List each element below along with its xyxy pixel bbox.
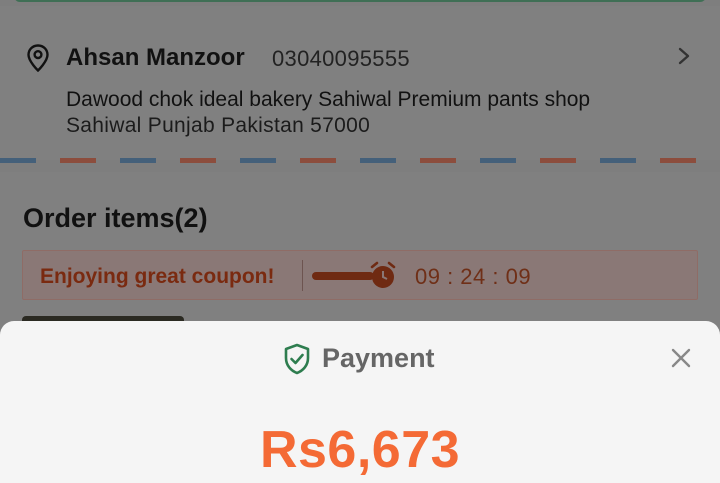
coupon-text: Enjoying great coupon! — [40, 265, 275, 288]
shipping-address-card[interactable]: Ahsan Manzoor 03040095555 Dawood chok id… — [0, 6, 720, 160]
coupon-countdown: 09 : 24 : 09 — [415, 264, 532, 289]
payment-title: Payment — [322, 343, 435, 373]
payment-sheet: Payment Rs6,673 — [0, 321, 720, 483]
recipient-name: Ahsan Manzoor — [66, 44, 245, 71]
amount-secondary-partial — [0, 478, 720, 483]
location-pin-icon — [27, 44, 49, 72]
alarm-clock-icon — [370, 261, 396, 288]
recipient-phone: 03040095555 — [272, 46, 410, 71]
top-card-edge — [14, 0, 706, 2]
coupon-progress-bar — [312, 272, 374, 280]
payment-amount: Rs6,673 — [259, 421, 461, 479]
coupon-banner[interactable]: Enjoying great coupon! 09 : 24 : 09 — [22, 250, 698, 300]
order-items-title: Order items(2) — [23, 203, 208, 233]
airmail-divider — [0, 158, 720, 163]
address-line-1: Dawood chok ideal bakery Sahiwal Premium… — [66, 88, 591, 111]
coupon-divider — [302, 260, 303, 291]
close-icon[interactable] — [670, 347, 692, 369]
address-line-2: Sahiwal Punjab Pakistan 57000 — [66, 114, 371, 137]
shield-check-icon — [284, 343, 310, 375]
chevron-right-icon[interactable] — [676, 46, 692, 66]
